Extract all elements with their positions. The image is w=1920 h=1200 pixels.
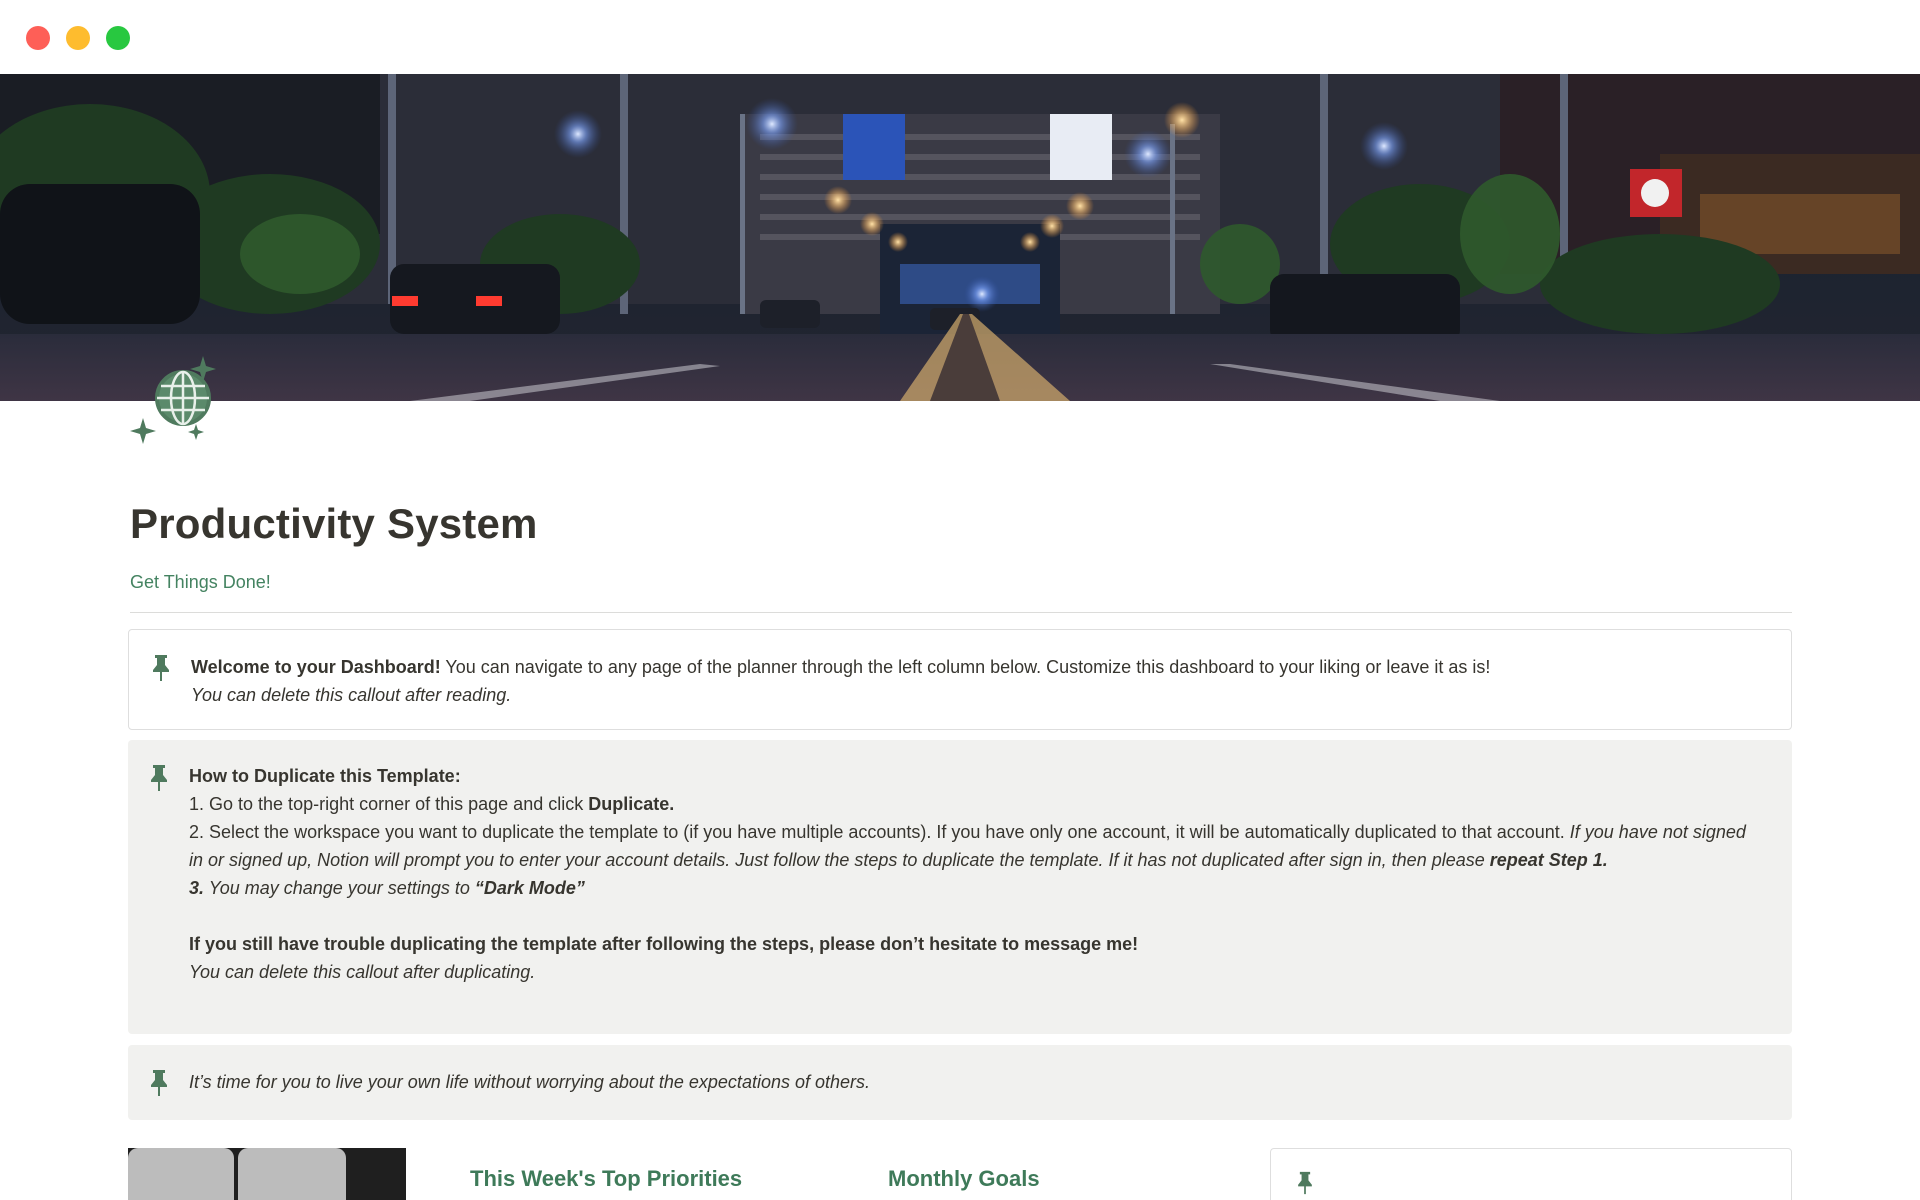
pushpin-icon <box>151 1070 167 1096</box>
step-3-number: 3. <box>189 878 205 898</box>
trouble-text: If you still have trouble duplicating th… <box>189 934 1139 954</box>
welcome-text: You can navigate to any page of the plan… <box>440 657 1491 677</box>
quote-callout[interactable]: It’s time for you to live your own life … <box>128 1045 1792 1120</box>
pushpin-icon <box>151 765 167 791</box>
tokyo-night-street-cover <box>0 74 1920 401</box>
divider <box>130 612 1792 613</box>
page-subtitle: Get Things Done! <box>130 572 271 592</box>
close-window-button[interactable] <box>26 26 50 50</box>
gallery-tab[interactable] <box>238 1148 346 1200</box>
pushpin-icon <box>153 655 169 681</box>
monthly-goals-heading[interactable]: Monthly Goals <box>888 1166 1040 1192</box>
zoom-window-button[interactable] <box>106 26 130 50</box>
welcome-note: You can delete this callout after readin… <box>191 685 512 705</box>
duplicate-note: You can delete this callout after duplic… <box>189 962 536 982</box>
step-2: 2. Select the workspace you want to dupl… <box>189 818 1752 874</box>
navigation-gallery-thumbnail[interactable] <box>128 1148 406 1200</box>
disco-ball-icon[interactable] <box>128 348 238 448</box>
gallery-tab[interactable] <box>128 1148 234 1200</box>
step-1-duplicate: Duplicate. <box>588 794 675 814</box>
pushpin-icon <box>1298 1171 1312 1195</box>
page-title[interactable]: Productivity System <box>130 500 538 548</box>
quote-text: It’s time for you to live your own life … <box>189 1072 871 1092</box>
welcome-callout[interactable]: Welcome to your Dashboard! You can navig… <box>128 629 1792 730</box>
step-3-text: You may change your settings to <box>204 878 475 898</box>
step-1-text: 1. Go to the top-right corner of this pa… <box>189 794 589 814</box>
step-3-dark-mode: “Dark Mode” <box>474 878 585 898</box>
step-2-repeat: repeat Step 1. <box>1489 850 1608 870</box>
minimize-window-button[interactable] <box>66 26 90 50</box>
side-callout[interactable] <box>1270 1148 1792 1200</box>
step-2-text: 2. Select the workspace you want to dupl… <box>189 822 1570 842</box>
top-priorities-heading[interactable]: This Week's Top Priorities <box>470 1166 742 1192</box>
cover-image <box>0 74 1920 401</box>
window-titlebar <box>0 0 1920 74</box>
duplicate-callout[interactable]: How to Duplicate this Template: 1. Go to… <box>128 740 1792 1034</box>
duplicate-heading: How to Duplicate this Template: <box>189 766 461 786</box>
welcome-heading: Welcome to your Dashboard! <box>191 657 441 677</box>
